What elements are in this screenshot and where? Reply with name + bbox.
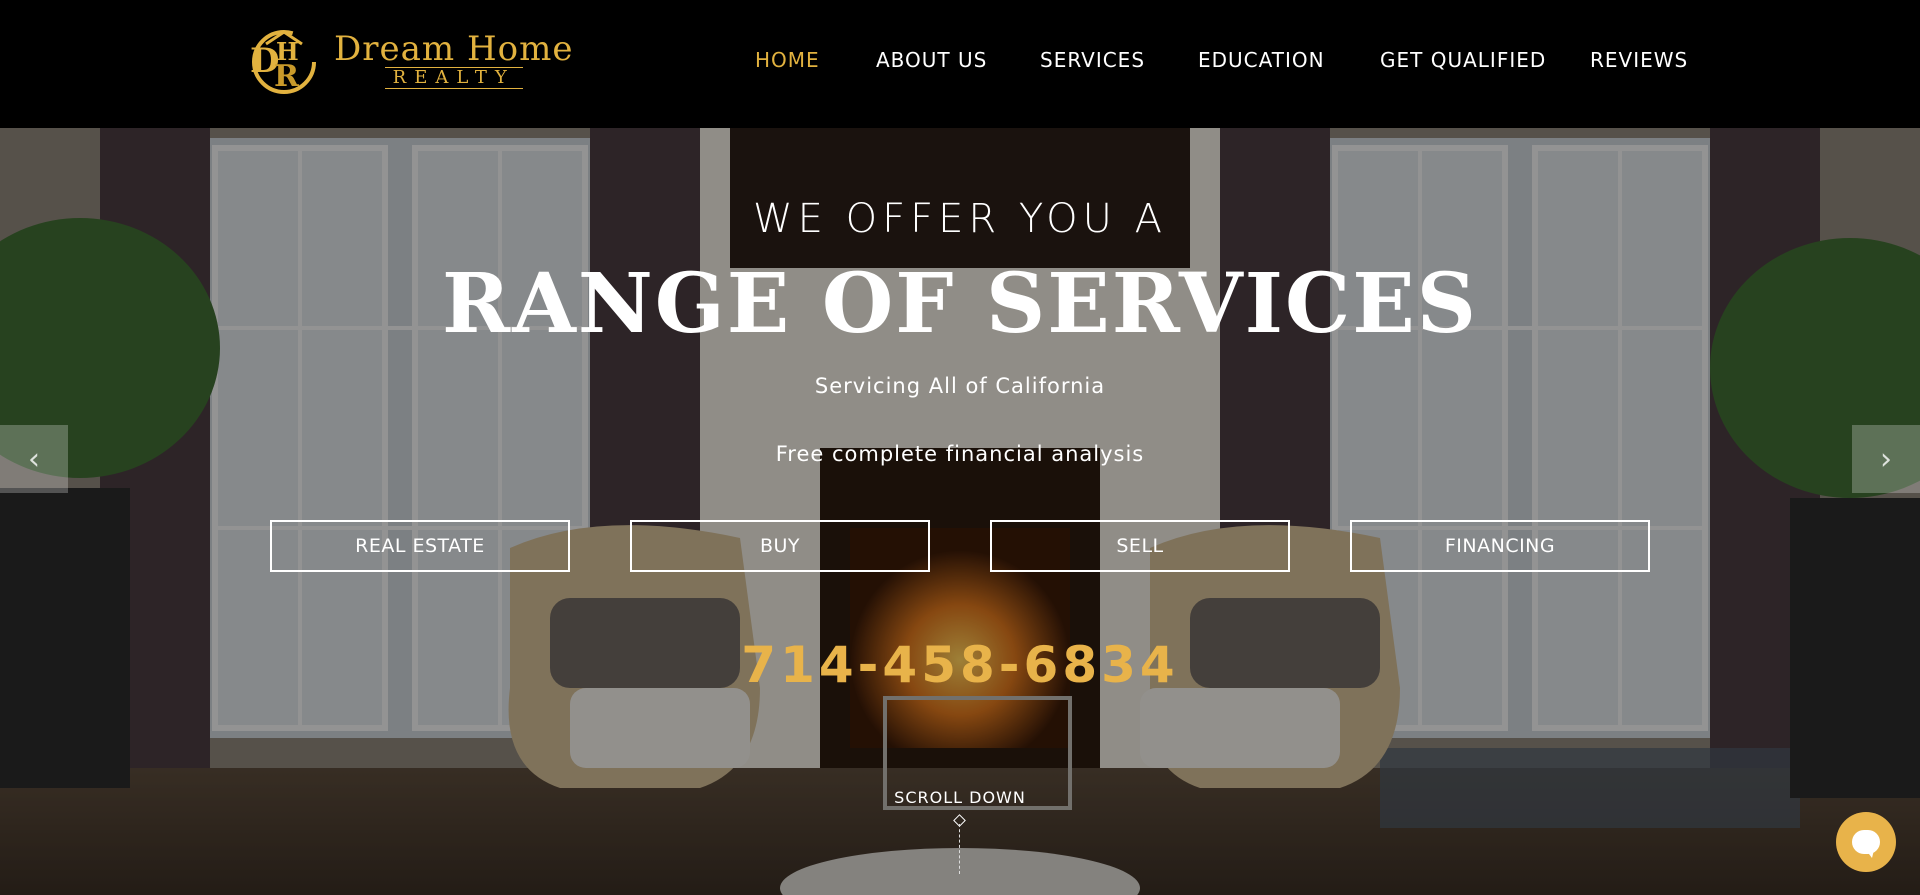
site-header: D R H Dream Home REALTY HOME ABOUT US SE…	[0, 0, 1920, 128]
nav-services[interactable]: SERVICES	[1040, 48, 1145, 72]
hero-subtitle-location: Servicing All of California	[814, 374, 1106, 398]
nav-home[interactable]: HOME	[755, 48, 820, 72]
hero-section: WE OFFER YOU A RANGE OF SERVICES Servici…	[0, 128, 1920, 895]
real-estate-button[interactable]: REAL ESTATE	[270, 520, 570, 572]
hero-title: RANGE OF SERVICES	[442, 256, 1478, 352]
chevron-right-icon: ›	[1880, 441, 1892, 477]
chevron-left-icon: ‹	[28, 441, 40, 477]
buy-button[interactable]: BUY	[630, 520, 930, 572]
phone-number-link[interactable]: 714-458-6834	[0, 636, 1920, 694]
financing-button[interactable]: FINANCING	[1350, 520, 1650, 572]
hero-pretitle: WE OFFER YOU A	[753, 196, 1167, 242]
hero-overlay	[0, 128, 1920, 895]
chat-button[interactable]	[1836, 812, 1896, 872]
scroll-down-link[interactable]: SCROLL DOWN	[0, 788, 1920, 807]
nav-get-qualified[interactable]: GET QUALIFIED	[1380, 48, 1546, 72]
chat-bubble-icon	[1852, 830, 1880, 858]
slider-next-button[interactable]: ›	[1852, 425, 1920, 493]
nav-about-us[interactable]: ABOUT US	[876, 48, 987, 72]
hero-subtitle-offer: Free complete financial analysis	[775, 442, 1145, 466]
nav-reviews[interactable]: REVIEWS	[1590, 48, 1688, 72]
nav-education[interactable]: EDUCATION	[1198, 48, 1325, 72]
slider-prev-button[interactable]: ‹	[0, 425, 68, 493]
main-nav: HOME ABOUT US SERVICES EDUCATION GET QUA…	[0, 48, 1920, 78]
scroll-down-line	[959, 824, 960, 874]
sell-button[interactable]: SELL	[990, 520, 1290, 572]
